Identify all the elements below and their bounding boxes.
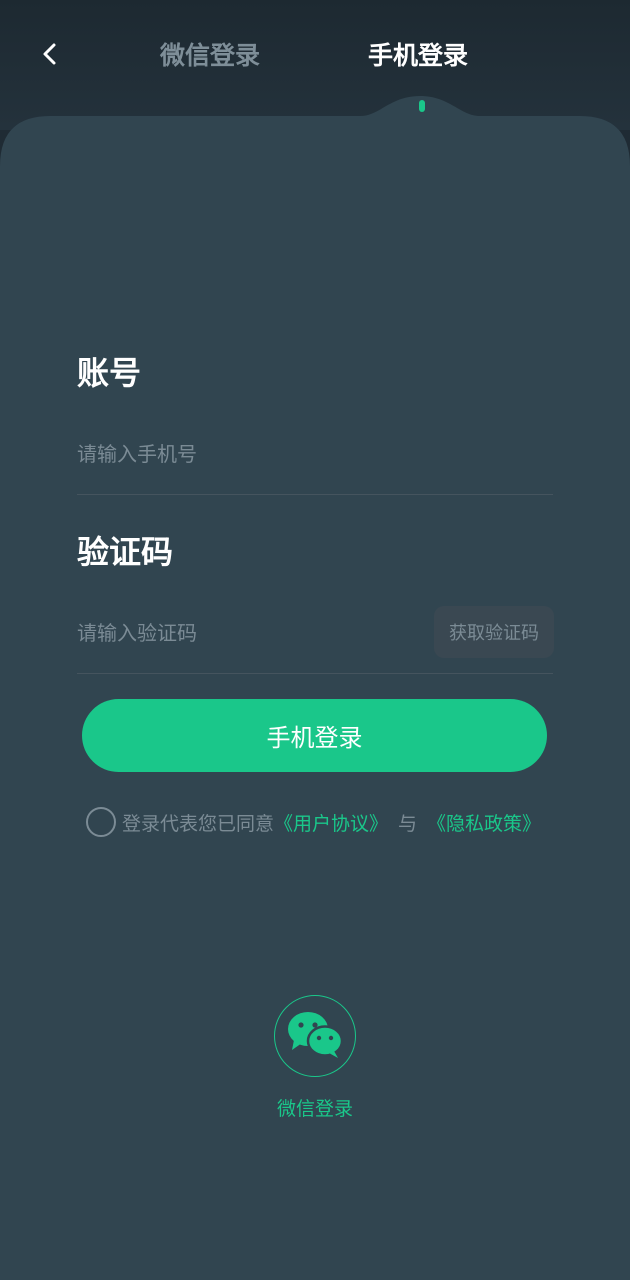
code-input[interactable] bbox=[77, 611, 417, 655]
code-label: 验证码 bbox=[77, 533, 174, 571]
wechat-login-label[interactable]: 微信登录 bbox=[0, 1094, 630, 1121]
wechat-icon bbox=[286, 1010, 344, 1062]
agreement-text: 登录代表您已同意 bbox=[122, 812, 275, 835]
agreement-checkbox[interactable] bbox=[86, 807, 116, 837]
wechat-login-button[interactable] bbox=[274, 995, 356, 1077]
divider bbox=[77, 494, 553, 495]
account-label: 账号 bbox=[77, 354, 142, 392]
active-tab-indicator bbox=[419, 100, 425, 112]
tab-phone-login[interactable]: 手机登录 bbox=[368, 38, 468, 74]
phone-login-button[interactable]: 手机登录 bbox=[82, 699, 547, 772]
agreement-row: 登录代表您已同意 《用户协议》 与 《隐私政策》 bbox=[86, 806, 541, 838]
privacy-policy-link[interactable]: 《隐私政策》 bbox=[427, 809, 541, 836]
agreement-and-text: 与 bbox=[398, 812, 418, 835]
tab-wechat-login[interactable]: 微信登录 bbox=[160, 38, 260, 74]
user-agreement-link[interactable]: 《用户协议》 bbox=[274, 809, 388, 836]
divider bbox=[77, 673, 553, 674]
back-button[interactable] bbox=[30, 36, 70, 76]
get-code-button[interactable]: 获取验证码 bbox=[434, 606, 554, 658]
chevron-left-icon bbox=[40, 41, 60, 71]
phone-input[interactable] bbox=[77, 432, 553, 476]
